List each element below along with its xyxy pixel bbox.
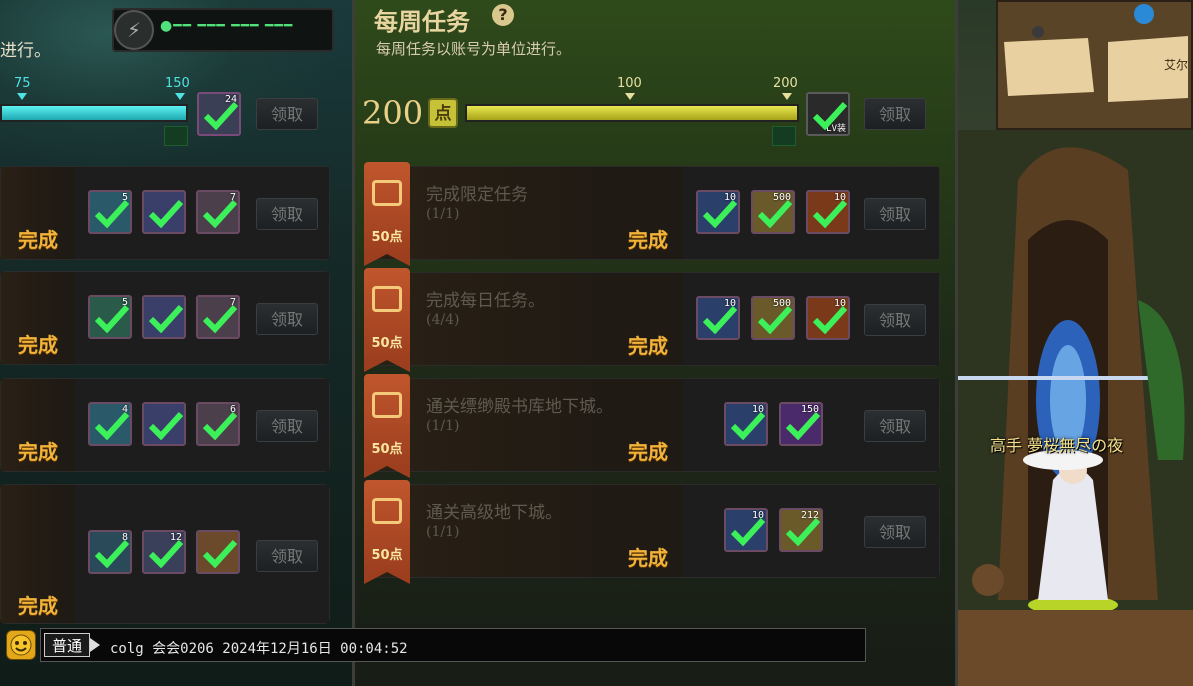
done-label: 完成 bbox=[628, 228, 668, 252]
done-label: 完成 bbox=[18, 440, 58, 464]
tick-label-75: 75 bbox=[14, 76, 31, 91]
done-label: 完成 bbox=[18, 594, 58, 618]
task-title: 通关高级地下城。 bbox=[426, 503, 562, 523]
tick-label-150: 150 bbox=[165, 76, 190, 91]
weekly-top-reward-icon[interactable]: LV装 bbox=[806, 92, 850, 136]
reward-icon[interactable] bbox=[196, 530, 240, 574]
weekly-title: 每周任务 bbox=[374, 7, 470, 36]
calendar-icon bbox=[372, 286, 402, 312]
calendar-icon bbox=[372, 180, 402, 206]
reward-icon[interactable]: 12 bbox=[142, 530, 186, 574]
reward-icon[interactable]: 500 bbox=[751, 296, 795, 340]
reward-icon[interactable]: 10 bbox=[806, 190, 850, 234]
points-tag: 点 bbox=[428, 98, 458, 128]
reward-icon[interactable]: 7 bbox=[196, 295, 240, 339]
left-note: 进行。 bbox=[0, 41, 51, 61]
reward-icon[interactable]: 150 bbox=[779, 402, 823, 446]
done-label: 完成 bbox=[18, 333, 58, 357]
claim-button[interactable]: 领取 bbox=[864, 410, 926, 442]
task-title: 通关缥缈殿书库地下城。 bbox=[426, 397, 613, 417]
calendar-icon bbox=[372, 498, 402, 524]
tick-label-100: 100 bbox=[617, 76, 642, 91]
help-icon[interactable]: ? bbox=[492, 4, 514, 26]
reward-icon[interactable]: 24 bbox=[197, 92, 241, 136]
points-badge: 50点 bbox=[364, 268, 410, 372]
player-name: 高手 夢桜無尽の夜 bbox=[990, 436, 1124, 455]
tick-marker bbox=[175, 93, 185, 100]
claim-button[interactable]: 领取 bbox=[256, 540, 318, 572]
minimap-label: 艾尔 bbox=[1164, 58, 1189, 72]
claim-button[interactable]: 领取 bbox=[864, 198, 926, 230]
reward-icon[interactable]: 500 bbox=[751, 190, 795, 234]
task-title: 完成每日任务。 bbox=[426, 291, 545, 311]
reward-icon[interactable] bbox=[142, 295, 186, 339]
claim-button[interactable]: 领取 bbox=[256, 98, 318, 130]
done-label: 完成 bbox=[628, 334, 668, 358]
reward-icon[interactable]: 4 bbox=[88, 402, 132, 446]
points-badge: 50点 bbox=[364, 162, 410, 266]
check-icon bbox=[164, 126, 188, 146]
left-progress-bar bbox=[0, 104, 188, 122]
reward-icon[interactable]: 212 bbox=[779, 508, 823, 552]
chat-message: colg 会会0206 2024年12月16日 00:04:52 bbox=[110, 641, 408, 657]
task-title: 完成限定任务 bbox=[426, 185, 528, 205]
minimap[interactable]: 艾尔 bbox=[996, 0, 1193, 130]
chevron-right-icon[interactable] bbox=[90, 638, 100, 652]
reward-icon[interactable]: 5 bbox=[88, 295, 132, 339]
reward-icon[interactable] bbox=[142, 402, 186, 446]
done-label: 完成 bbox=[628, 440, 668, 464]
reward-icon[interactable] bbox=[142, 190, 186, 234]
chat-channel-button[interactable]: 普通 bbox=[44, 633, 90, 657]
status-text: ●━━ ━━━ ━━━ ━━━ bbox=[160, 18, 294, 34]
tick-marker bbox=[782, 93, 792, 100]
calendar-icon bbox=[372, 392, 402, 418]
reward-icon[interactable]: 8 bbox=[88, 530, 132, 574]
points-badge: 50点 bbox=[364, 480, 410, 584]
tick-marker bbox=[625, 93, 635, 100]
reward-icon[interactable]: 7 bbox=[196, 190, 240, 234]
reward-icon[interactable]: 10 bbox=[724, 402, 768, 446]
weekly-progress-bar bbox=[465, 104, 799, 122]
points-badge: 50点 bbox=[364, 374, 410, 478]
task-progress: (1/1) bbox=[426, 206, 460, 222]
tick-marker bbox=[17, 93, 27, 100]
reward-icon[interactable]: 10 bbox=[696, 190, 740, 234]
points-value: 200 bbox=[362, 94, 424, 132]
reward-icon[interactable]: 10 bbox=[806, 296, 850, 340]
lightning-icon[interactable]: ⚡ bbox=[114, 10, 154, 50]
reward-icon[interactable]: 10 bbox=[696, 296, 740, 340]
reward-icon[interactable]: 5 bbox=[88, 190, 132, 234]
reward-icon[interactable]: 10 bbox=[724, 508, 768, 552]
tick-label-200: 200 bbox=[773, 76, 798, 91]
claim-button[interactable]: 领取 bbox=[256, 303, 318, 335]
claim-button[interactable]: 领取 bbox=[256, 198, 318, 230]
claim-button[interactable]: 领取 bbox=[256, 410, 318, 442]
done-label: 完成 bbox=[18, 228, 58, 252]
task-progress: (1/1) bbox=[426, 524, 460, 540]
weekly-subtitle: 每周任务以账号为单位进行。 bbox=[376, 40, 572, 58]
done-label: 完成 bbox=[628, 546, 668, 570]
task-progress: (4/4) bbox=[426, 312, 460, 328]
claim-button[interactable]: 领取 bbox=[864, 304, 926, 336]
task-progress: (1/1) bbox=[426, 418, 460, 434]
weekly-claim-button[interactable]: 领取 bbox=[864, 98, 926, 130]
emoji-button[interactable] bbox=[6, 630, 36, 660]
claim-button[interactable]: 领取 bbox=[864, 516, 926, 548]
check-icon bbox=[772, 126, 796, 146]
reward-icon[interactable]: 6 bbox=[196, 402, 240, 446]
